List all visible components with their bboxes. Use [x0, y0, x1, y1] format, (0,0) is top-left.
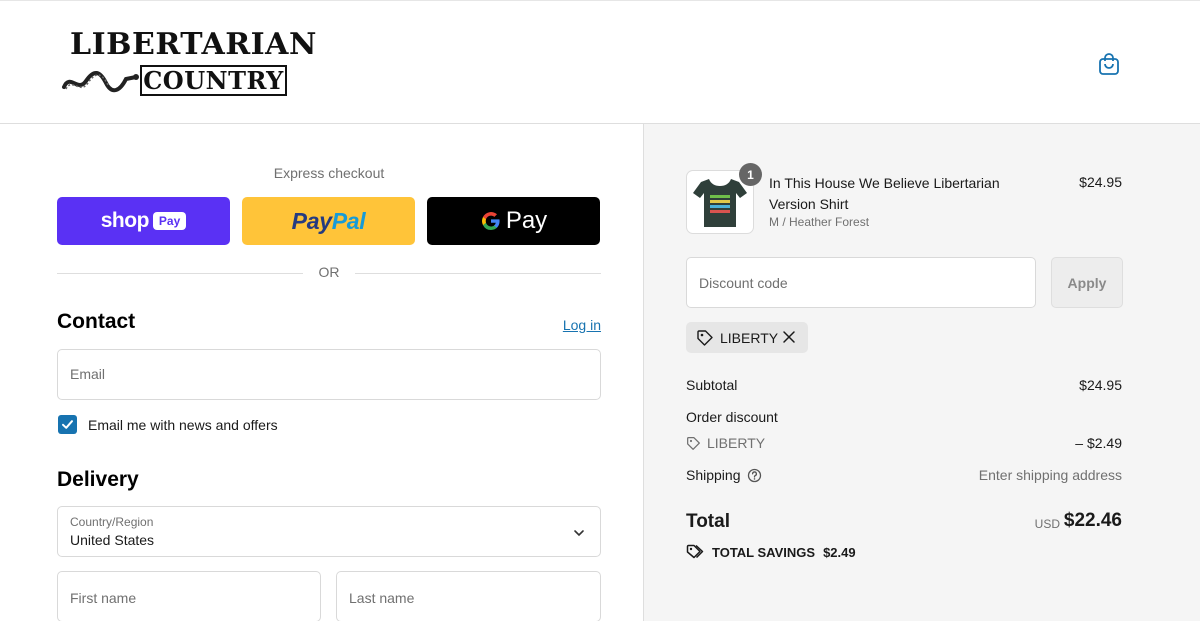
logo-text-line2: COUNTRY — [143, 66, 284, 95]
shop-pay-wordmark: shop — [100, 209, 150, 232]
tag-icon — [687, 436, 700, 450]
country-value: United States — [70, 532, 155, 548]
contact-heading: Contact — [57, 310, 136, 333]
google-pay-wordmark: Pay — [505, 207, 548, 234]
site-header: LIBERTARIAN COUNTRY — [0, 0, 1200, 124]
discount-code-row: LIBERTY — [686, 435, 765, 451]
total-label: Total — [686, 511, 730, 532]
total-amount: $22.46 — [1063, 510, 1122, 531]
apply-discount-button[interactable]: Apply — [1051, 257, 1123, 308]
subtotal-label: Subtotal — [686, 377, 738, 393]
email-field[interactable]: Email — [57, 349, 601, 400]
discount-placeholder: Discount code — [699, 275, 788, 291]
paypal-button[interactable]: PayPal — [242, 197, 415, 245]
divider-line — [355, 273, 601, 274]
last-name-field[interactable]: Last name — [336, 571, 601, 621]
logo-text-line1: LIBERTARIAN — [70, 27, 317, 62]
product-variant: M / Heather Forest — [769, 215, 870, 229]
order-summary-panel: 1 In This House We Believe Libertarian V… — [643, 124, 1200, 621]
shipping-label: Shipping — [686, 467, 741, 483]
cart-button[interactable] — [1096, 51, 1122, 77]
paypal-wordmark: PayPal — [291, 207, 366, 234]
quantity-badge: 1 — [739, 163, 762, 186]
shop-pay-badge: Pay — [152, 212, 187, 230]
applied-discount-chip: LIBERTY — [686, 322, 808, 353]
google-g-icon — [481, 212, 500, 230]
applied-code-text: LIBERTY — [720, 329, 779, 346]
total-savings: TOTAL SAVINGS $2.49 — [686, 543, 856, 561]
order-discount-label: Order discount — [686, 409, 778, 425]
subtotal-value: $24.95 — [1079, 377, 1122, 393]
first-name-placeholder: First name — [70, 590, 137, 606]
shipping-value: Enter shipping address — [978, 467, 1122, 483]
store-logo[interactable]: LIBERTARIAN COUNTRY — [60, 27, 316, 101]
google-pay-button[interactable]: Pay — [427, 197, 600, 245]
last-name-placeholder: Last name — [349, 590, 415, 606]
discount-value: – $2.49 — [1075, 435, 1122, 451]
close-icon[interactable] — [782, 330, 796, 344]
first-name-field[interactable]: First name — [57, 571, 321, 621]
product-price: $24.95 — [1079, 174, 1122, 190]
shipping-row: Shipping — [686, 467, 762, 483]
shopping-bag-icon — [1099, 53, 1119, 75]
discount-code-input[interactable]: Discount code — [686, 257, 1036, 308]
email-placeholder: Email — [70, 366, 106, 382]
help-circle-icon[interactable] — [747, 468, 762, 483]
discount-code-label: LIBERTY — [707, 435, 766, 451]
tags-icon — [686, 544, 704, 559]
total-currency: USD — [1034, 517, 1060, 531]
product-name: In This House We Believe Libertarian Ver… — [769, 175, 1000, 212]
checkout-form-panel: Express checkout shop Pay PayPal Pay OR … — [0, 124, 643, 621]
checkmark-icon — [62, 420, 73, 429]
logo-box: COUNTRY — [140, 65, 287, 96]
snake-icon — [62, 71, 139, 93]
savings-label: TOTAL SAVINGS — [712, 544, 816, 560]
newsletter-checkbox[interactable] — [58, 415, 77, 434]
login-link[interactable]: Log in — [540, 317, 601, 333]
chevron-down-icon — [574, 530, 584, 537]
savings-value: $2.49 — [823, 544, 856, 560]
country-label: Country/Region — [70, 515, 154, 529]
or-text: OR — [318, 264, 340, 280]
delivery-heading: Delivery — [57, 468, 139, 491]
express-checkout-label: Express checkout — [273, 165, 385, 181]
tag-icon — [697, 329, 713, 346]
country-select[interactable]: Country/Region United States — [57, 506, 601, 557]
newsletter-label: Email me with news and offers — [88, 417, 278, 433]
or-divider: OR — [57, 264, 601, 284]
shop-pay-button[interactable]: shop Pay — [57, 197, 230, 245]
